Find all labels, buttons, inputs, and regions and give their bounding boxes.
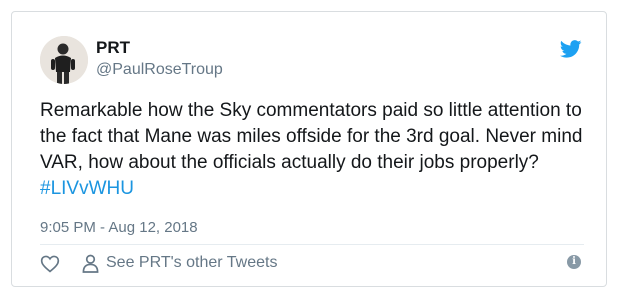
divider xyxy=(40,244,584,245)
hashtag-link[interactable]: #LIVvWHU xyxy=(40,178,134,199)
see-other-tweets-link[interactable]: See PRT's other Tweets xyxy=(106,254,277,272)
tweet-actions: See PRT's other Tweets xyxy=(40,252,277,274)
info-icon[interactable]: i xyxy=(567,255,581,269)
person-icon[interactable] xyxy=(82,254,99,273)
twitter-bird-icon[interactable] xyxy=(560,40,582,58)
tweet-body: Remarkable how the Sky commentators paid… xyxy=(40,100,583,173)
avatar[interactable] xyxy=(40,36,88,84)
avatar-image xyxy=(40,36,88,84)
tweet-text: Remarkable how the Sky commentators paid… xyxy=(40,98,600,202)
author-name[interactable]: PRT xyxy=(96,38,130,58)
heart-icon[interactable] xyxy=(40,254,60,273)
tweet-timestamp[interactable]: 9:05 PM - Aug 12, 2018 xyxy=(40,219,198,236)
tweet-card: PRT @PaulRoseTroup Remarkable how the Sk… xyxy=(11,11,607,287)
author-handle[interactable]: @PaulRoseTroup xyxy=(96,61,223,79)
